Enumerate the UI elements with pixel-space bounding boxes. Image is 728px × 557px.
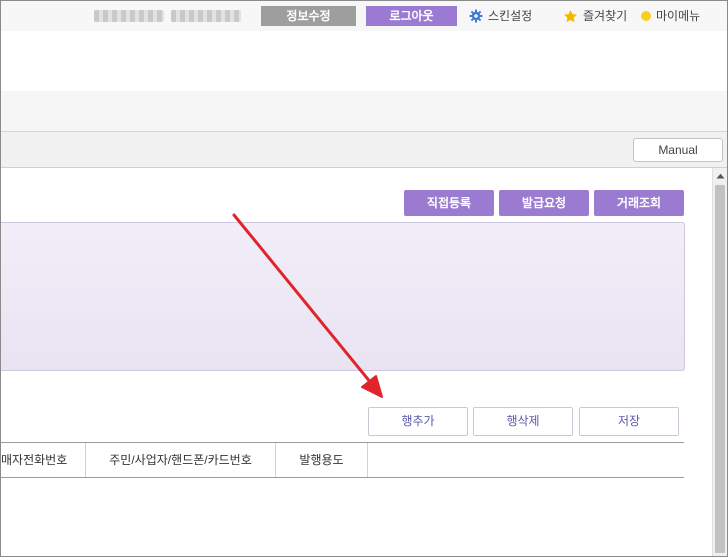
direct-register-button[interactable]: 직접등록 [404,190,494,216]
favorites-label: 즐겨찾기 [583,9,628,23]
masked-company-name [171,10,241,22]
skin-settings-label: 스킨설정 [488,9,533,23]
column-header-id-number[interactable]: 주민/사업자/핸드폰/카드번호 [86,443,276,477]
save-button[interactable]: 저장 [579,407,679,436]
top-bar: 정보수정 로그아웃 스킨설정 즐겨찾기 마이메뉴 [1,1,727,31]
search-panel [1,222,685,371]
add-row-button[interactable]: 행추가 [368,407,468,436]
menu-bar [1,91,727,132]
favorites-link[interactable]: 즐겨찾기 [563,8,627,24]
gear-icon [469,9,483,23]
masked-user-name [94,10,164,22]
sub-toolbar [1,132,727,168]
scroll-up-icon[interactable] [713,168,727,183]
star-icon [563,9,578,24]
issue-request-button[interactable]: 발급요청 [499,190,589,216]
skin-settings-link[interactable]: 스킨설정 [469,8,532,24]
vertical-scrollbar[interactable] [712,168,727,556]
app-window: 정보수정 로그아웃 스킨설정 즐겨찾기 마이메뉴 Manual 직접등록 발급요… [0,0,728,557]
mymenu-label: 마이메뉴 [656,9,701,23]
column-header-issue-purpose[interactable]: 발행용도 [276,443,368,477]
circle-icon [641,11,651,21]
logout-button[interactable]: 로그아웃 [366,6,457,26]
delete-row-button[interactable]: 행삭제 [473,407,573,436]
table-header: 매자전화번호 주민/사업자/핸드폰/카드번호 발행용도 [1,442,684,478]
scroll-thumb[interactable] [715,185,725,553]
edit-info-button[interactable]: 정보수정 [261,6,356,26]
mymenu-link[interactable]: 마이메뉴 [641,8,700,24]
manual-button[interactable]: Manual [633,138,723,162]
transaction-lookup-button[interactable]: 거래조회 [594,190,684,216]
header-area [1,31,727,91]
column-header-phone[interactable]: 매자전화번호 [1,443,86,477]
